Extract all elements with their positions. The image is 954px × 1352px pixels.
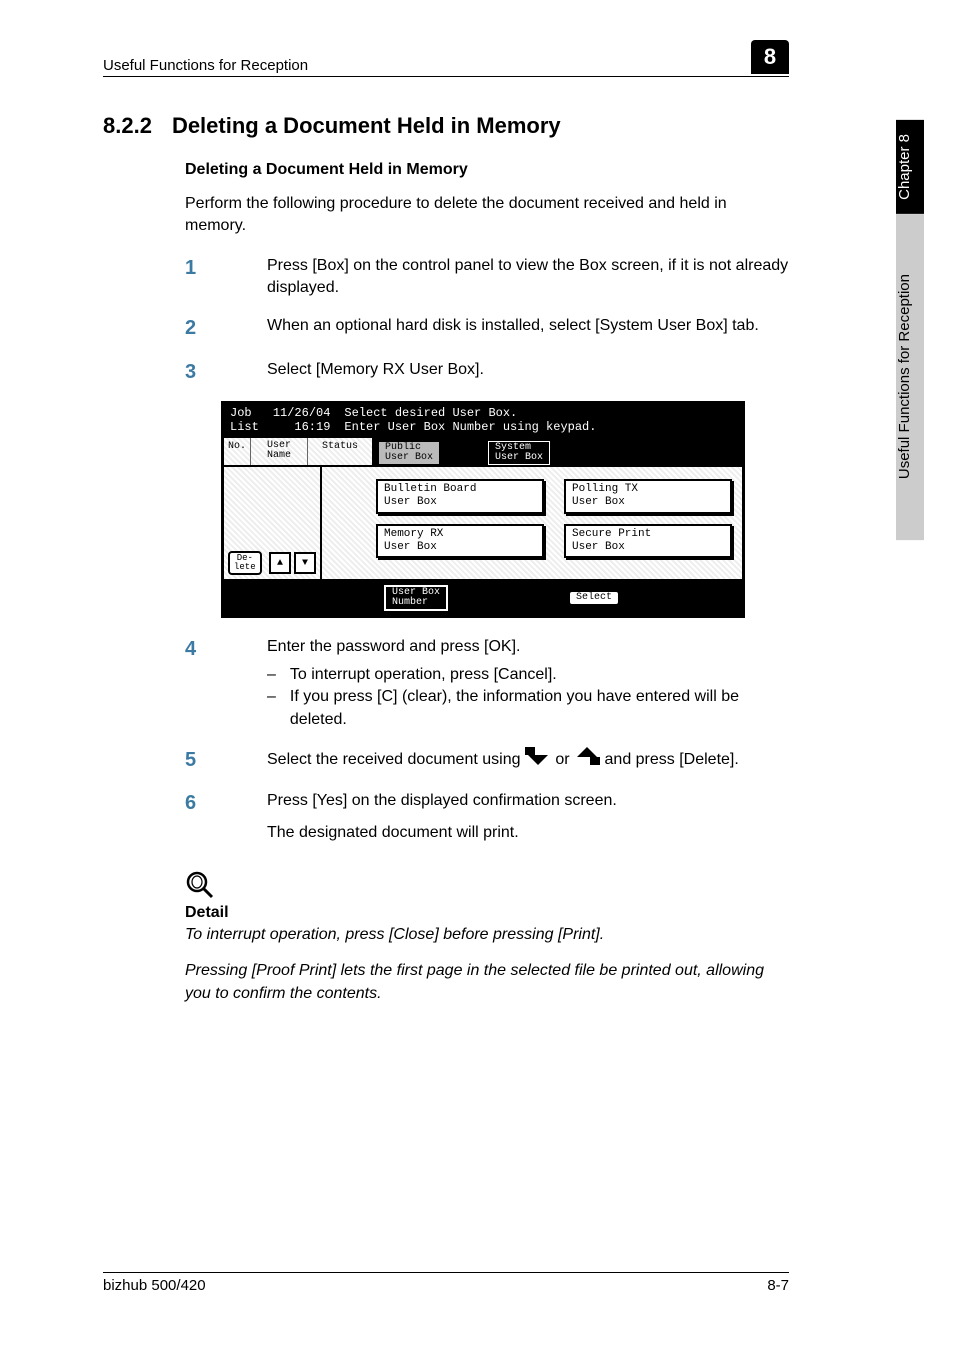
detail-icon xyxy=(185,870,789,900)
scroll-down-button[interactable]: ▼ xyxy=(294,552,316,574)
tab-system-user-box[interactable]: System User Box xyxy=(488,441,550,465)
step-number: 5 xyxy=(103,747,237,775)
page-footer: bizhub 500/420 8-7 xyxy=(103,1272,789,1294)
step-text: Select [Memory RX User Box]. xyxy=(267,359,789,387)
col-user-name: User Name xyxy=(251,438,308,465)
substep-text: To interrupt operation, press [Cancel]. xyxy=(290,664,557,686)
user-box-number-button[interactable]: User Box Number xyxy=(384,585,448,611)
step-result: The designated document will print. xyxy=(267,822,789,844)
intro-paragraph: Perform the following procedure to delet… xyxy=(185,193,789,237)
heading-2-number: 8.2.2 xyxy=(103,113,152,139)
step-number: 2 xyxy=(103,315,237,343)
heading-2-title: Deleting a Document Held in Memory xyxy=(172,113,561,139)
step-number: 6 xyxy=(103,790,237,844)
detail-paragraph: To interrupt operation, press [Close] be… xyxy=(185,924,789,946)
step-text: When an optional hard disk is installed,… xyxy=(267,315,789,343)
step-text: Select the received document using or an… xyxy=(267,747,789,775)
col-status: Status xyxy=(308,438,372,465)
step-1: 1 Press [Box] on the control panel to vi… xyxy=(103,255,789,299)
tab-public-user-box[interactable]: Public User Box xyxy=(378,441,440,465)
step-2: 2 When an optional hard disk is installe… xyxy=(103,315,789,343)
job-list-button[interactable]: Job List xyxy=(224,404,267,437)
step-number: 1 xyxy=(103,255,237,299)
chapter-number-badge: 8 xyxy=(751,40,789,74)
step-text: Press [Box] on the control panel to view… xyxy=(267,255,789,299)
arrow-down-icon xyxy=(525,747,551,772)
running-header-title: Useful Functions for Reception xyxy=(103,57,308,74)
time-text: 16:19 xyxy=(273,420,331,434)
side-tab-title: Useful Functions for Reception xyxy=(896,214,924,540)
step-number: 3 xyxy=(103,359,237,387)
date-text: 11/26/04 xyxy=(273,406,331,420)
side-tab-chapter: Chapter 8 xyxy=(896,120,924,214)
memory-rx-user-box-button[interactable]: Memory RX User Box xyxy=(376,524,544,558)
col-no: No. xyxy=(224,438,251,465)
job-columns: No. User Name Status xyxy=(224,438,374,465)
running-header: Useful Functions for Reception 8 xyxy=(103,40,789,77)
heading-3: Deleting a Document Held in Memory xyxy=(185,161,789,179)
detail-paragraph: Pressing [Proof Print] lets the first pa… xyxy=(185,960,789,1004)
heading-2: 8.2.2 Deleting a Document Held in Memory xyxy=(103,113,789,139)
step-number: 4 xyxy=(103,636,237,730)
step-3: 3 Select [Memory RX User Box]. xyxy=(103,359,789,387)
step-text-fragment: and press [Delete]. xyxy=(605,750,739,767)
step-text-fragment: or xyxy=(555,750,574,767)
secure-print-user-box-button[interactable]: Secure Print User Box xyxy=(564,524,732,558)
step-5: 5 Select the received document using or … xyxy=(103,747,789,775)
bulletin-board-user-box-button[interactable]: Bulletin Board User Box xyxy=(376,479,544,513)
step-text: Enter the password and press [OK]. xyxy=(267,638,520,655)
prompt-line-2: Enter User Box Number using keypad. xyxy=(344,420,736,434)
tab-bar: Public User Box System User Box xyxy=(374,438,742,465)
step-text: Press [Yes] on the displayed confirmatio… xyxy=(267,792,617,809)
delete-button[interactable]: De- lete xyxy=(228,551,262,575)
prompt-line-1: Select desired User Box. xyxy=(344,406,736,420)
step-6: 6 Press [Yes] on the displayed confirmat… xyxy=(103,790,789,844)
substep: –If you press [C] (clear), the informati… xyxy=(267,686,789,730)
chapter-number: 8 xyxy=(764,44,776,70)
polling-tx-user-box-button[interactable]: Polling TX User Box xyxy=(564,479,732,513)
prompt-message: Select desired User Box. Enter User Box … xyxy=(338,404,742,437)
substep-text: If you press [C] (clear), the informatio… xyxy=(290,686,789,730)
step-4: 4 Enter the password and press [OK]. –To… xyxy=(103,636,789,730)
select-button[interactable]: Select xyxy=(568,590,620,606)
side-tab: Chapter 8 Useful Functions for Reception xyxy=(896,120,924,540)
substep: –To interrupt operation, press [Cancel]. xyxy=(267,664,789,686)
datetime-display: 11/26/04 16:19 xyxy=(267,404,339,437)
footer-product: bizhub 500/420 xyxy=(103,1277,206,1294)
box-options-area: Bulletin Board User Box Polling TX User … xyxy=(322,467,742,579)
arrow-up-icon xyxy=(574,747,600,772)
step-text-fragment: Select the received document using xyxy=(267,750,525,767)
job-list-area: De- lete ▲ ▼ xyxy=(224,467,322,579)
scroll-up-button[interactable]: ▲ xyxy=(269,552,291,574)
footer-page-number: 8-7 xyxy=(767,1277,789,1294)
detail-label: Detail xyxy=(185,904,789,922)
device-screenshot: Job List 11/26/04 16:19 Select desired U… xyxy=(221,401,745,619)
